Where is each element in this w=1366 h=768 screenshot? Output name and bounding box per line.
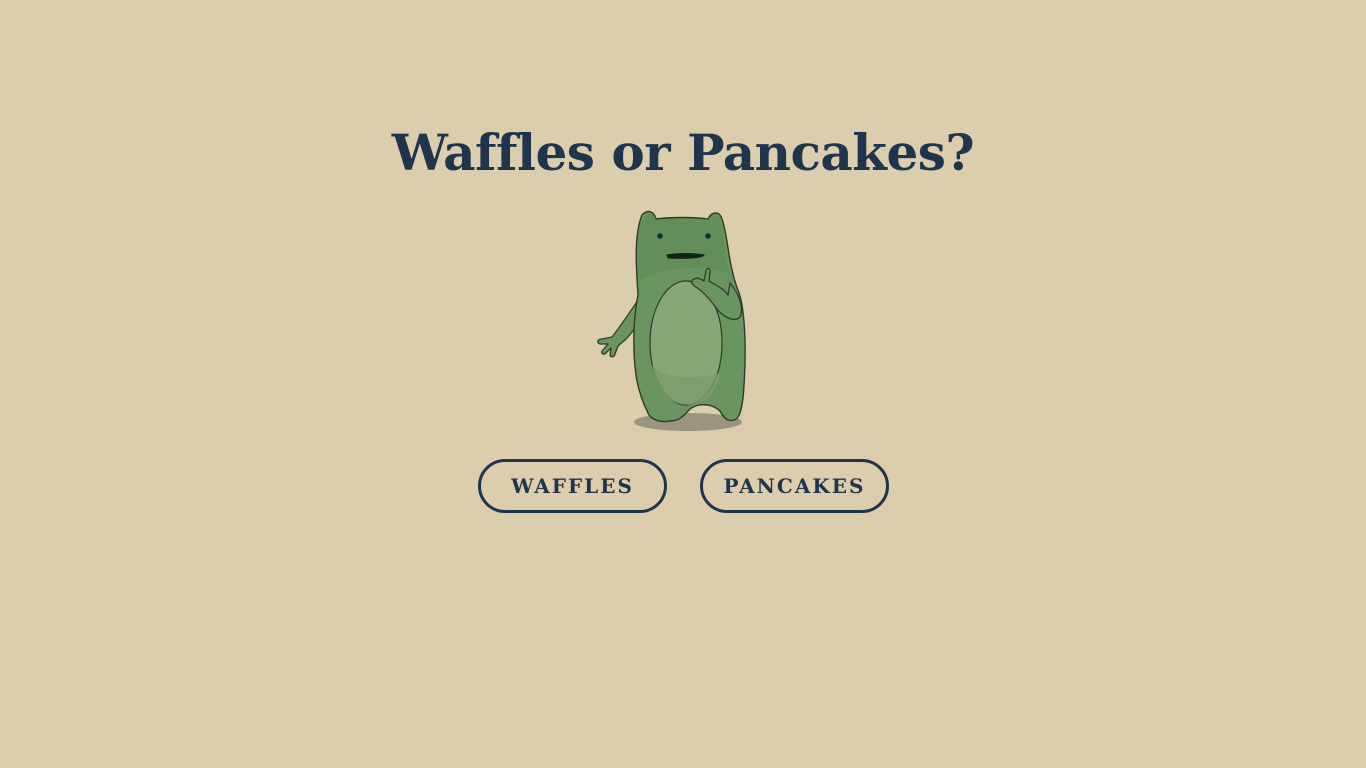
creature-mouth (666, 253, 705, 259)
choice-buttons: WAFFLES PANCAKES (478, 459, 890, 514)
waffles-button[interactable]: WAFFLES (478, 459, 667, 513)
creature-left-eye (657, 233, 663, 239)
pancakes-button[interactable]: PANCAKES (700, 459, 889, 513)
frog-creature-icon (597, 210, 746, 431)
page-title: Waffles or Pancakes? (391, 123, 975, 182)
creature-right-eye (705, 233, 711, 239)
poll-page: Waffles or Pancakes? WAFFLES PANCAKES (0, 0, 1366, 768)
